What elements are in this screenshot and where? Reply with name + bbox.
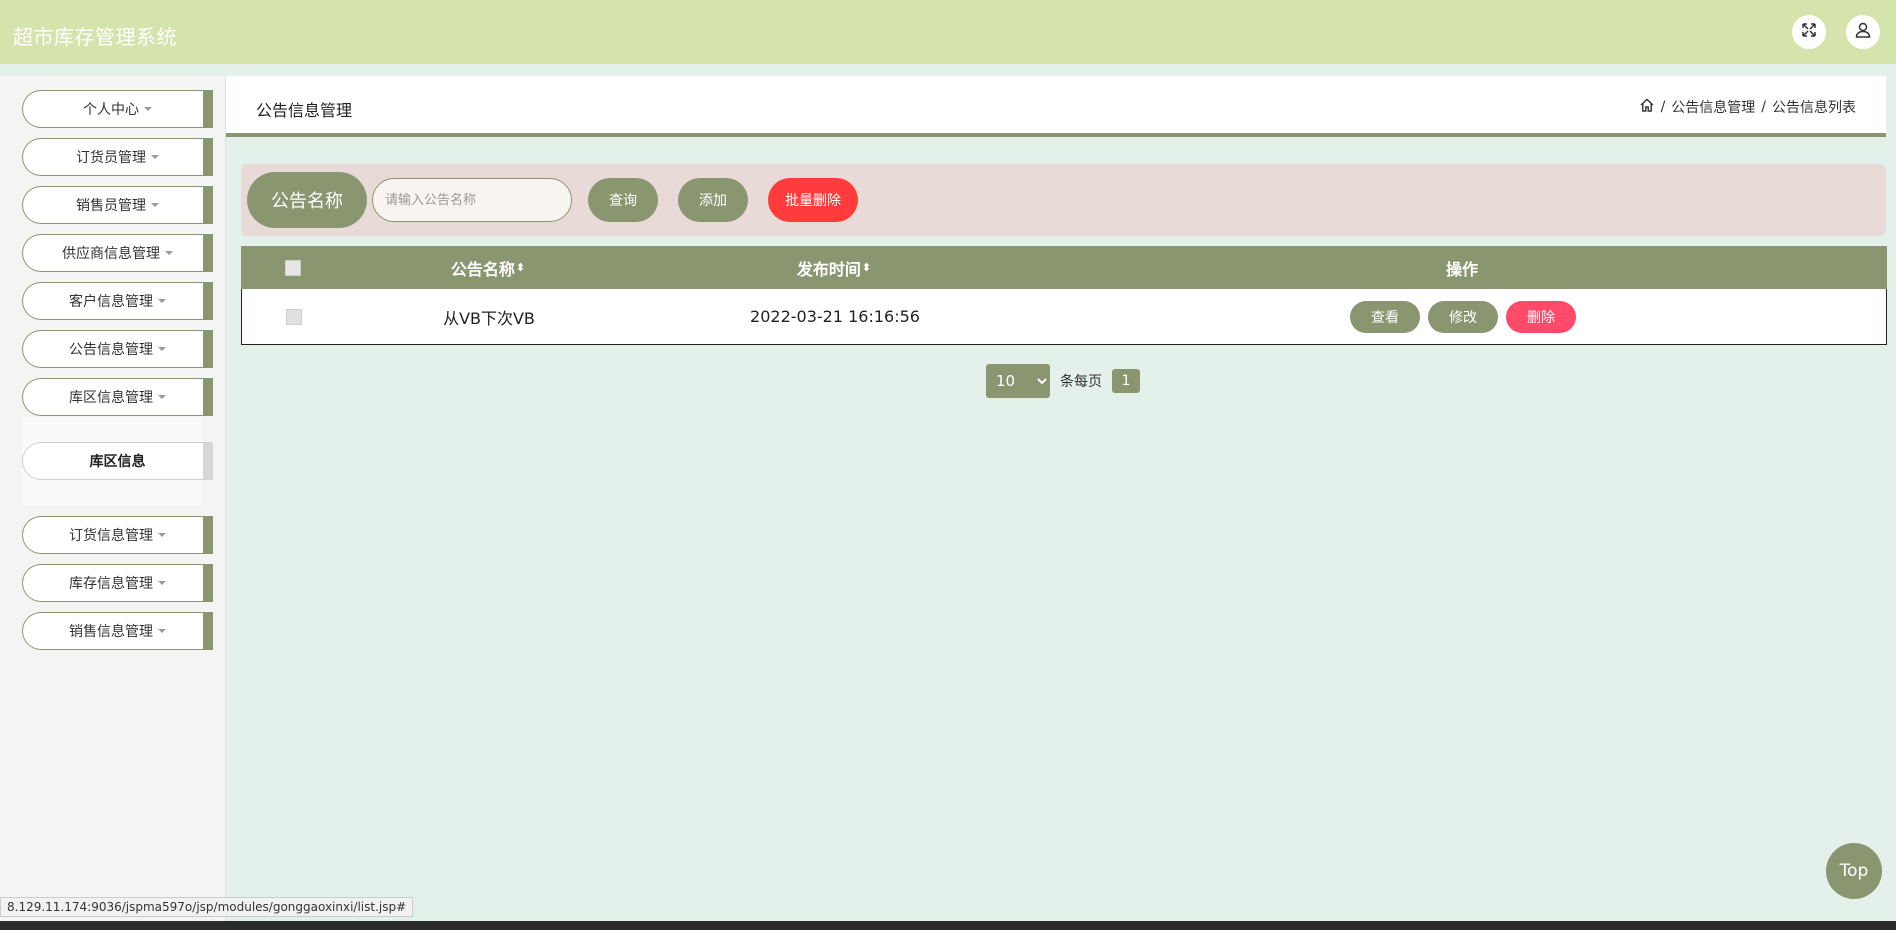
sidebar-item-label: 公告信息管理	[69, 342, 153, 358]
breadcrumb-item-notice-list: 公告信息列表	[1772, 100, 1856, 116]
sidebar-item-salesperson-management[interactable]: 销售员管理	[22, 186, 213, 224]
sidebar-item-notice-management[interactable]: 公告信息管理	[22, 330, 213, 368]
table-row: 从VB下次VB 2022-03-21 16:16:56 查看 修改 删除	[241, 289, 1887, 345]
cell-publish-time: 2022-03-21 16:16:56	[750, 307, 920, 326]
search-panel: 公告名称 查询 添加 批量删除	[241, 164, 1886, 236]
row-checkbox[interactable]	[286, 308, 302, 325]
sidebar-item-label: 个人中心	[83, 102, 139, 118]
sidebar-item-label: 订货员管理	[76, 150, 146, 166]
caret-down-icon	[158, 395, 166, 399]
sidebar-item-customer-management[interactable]: 客户信息管理	[22, 282, 213, 320]
select-all-checkbox[interactable]	[285, 259, 301, 276]
sidebar-item-label: 销售信息管理	[69, 624, 153, 640]
sidebar-item-label: 库存信息管理	[69, 576, 153, 592]
sidebar-item-supplier-management[interactable]: 供应商信息管理	[22, 234, 213, 272]
caret-down-icon	[158, 299, 166, 303]
breadcrumb-item-notice-management[interactable]: 公告信息管理	[1671, 97, 1755, 117]
caret-down-icon	[165, 251, 173, 255]
view-button[interactable]: 查看	[1350, 300, 1420, 333]
status-url: 8.129.11.174:9036/jspma597o/jsp/modules/…	[0, 897, 414, 917]
cell-notice-name: 从VB下次VB	[443, 308, 535, 328]
expand-icon	[1800, 21, 1818, 43]
page-title: 公告信息管理	[256, 101, 353, 120]
app-title: 超市库存管理系统	[13, 25, 177, 49]
column-header-name[interactable]: 公告名称 ⬍	[345, 246, 631, 289]
table-header: 公告名称 ⬍ 发布时间 ⬍ 操作	[241, 246, 1887, 289]
breadcrumb: / 公告信息管理 / 公告信息列表	[1639, 97, 1856, 117]
back-to-top-button[interactable]: Top	[1826, 843, 1882, 899]
sidebar-item-label: 销售员管理	[76, 198, 146, 214]
search-label: 公告名称	[247, 172, 367, 228]
caret-down-icon	[158, 581, 166, 585]
sort-icon: ⬍	[515, 261, 526, 274]
sidebar-item-sales-info-management[interactable]: 销售信息管理	[22, 612, 213, 650]
user-menu-button[interactable]	[1846, 15, 1880, 49]
os-taskbar	[0, 921, 1896, 930]
page-header: 公告信息管理 / 公告信息管理 / 公告信息列表	[226, 76, 1886, 137]
home-icon[interactable]	[1639, 97, 1655, 117]
caret-down-icon	[158, 533, 166, 537]
caret-down-icon	[158, 629, 166, 633]
caret-down-icon	[151, 155, 159, 159]
query-button[interactable]: 查询	[588, 178, 658, 222]
sidebar-item-orderer-management[interactable]: 订货员管理	[22, 138, 213, 176]
top-header: 超市库存管理系统	[0, 0, 1896, 64]
notice-table: 公告名称 ⬍ 发布时间 ⬍ 操作 从VB下次VB 2022-03-21 16:16:…	[241, 246, 1887, 345]
page-size-select[interactable]: 10	[986, 364, 1050, 398]
sidebar-item-storage-area-management[interactable]: 库区信息管理	[22, 378, 213, 416]
caret-down-icon	[144, 107, 152, 111]
sidebar-item-label: 库区信息管理	[69, 390, 153, 406]
page-number-current[interactable]: 1	[1112, 369, 1140, 393]
per-page-label: 条每页	[1060, 374, 1102, 390]
sidebar-item-label: 客户信息管理	[69, 294, 153, 310]
column-header-time[interactable]: 发布时间 ⬍	[631, 246, 1037, 289]
sidebar-item-inventory-management[interactable]: 库存信息管理	[22, 564, 213, 602]
submenu-item-storage-area-info[interactable]: 库区信息	[22, 442, 213, 480]
sidebar-item-personal-center[interactable]: 个人中心	[22, 90, 213, 128]
search-input[interactable]	[372, 178, 572, 222]
breadcrumb-separator: /	[1660, 99, 1666, 115]
breadcrumb-separator: /	[1761, 99, 1766, 115]
caret-down-icon	[151, 203, 159, 207]
sidebar-item-label: 订货信息管理	[69, 528, 153, 544]
add-button[interactable]: 添加	[678, 178, 748, 222]
sidebar-item-label: 供应商信息管理	[62, 246, 160, 262]
edit-button[interactable]: 修改	[1428, 300, 1498, 333]
user-icon	[1854, 21, 1872, 43]
delete-button[interactable]: 删除	[1506, 300, 1576, 333]
column-header-actions: 操作	[1445, 259, 1478, 279]
sidebar-item-order-info-management[interactable]: 订货信息管理	[22, 516, 213, 554]
pagination: 10 条每页 1	[986, 364, 1140, 398]
batch-delete-button[interactable]: 批量删除	[768, 178, 858, 222]
sort-icon: ⬍	[861, 261, 872, 274]
fullscreen-button[interactable]	[1792, 15, 1826, 49]
caret-down-icon	[158, 347, 166, 351]
